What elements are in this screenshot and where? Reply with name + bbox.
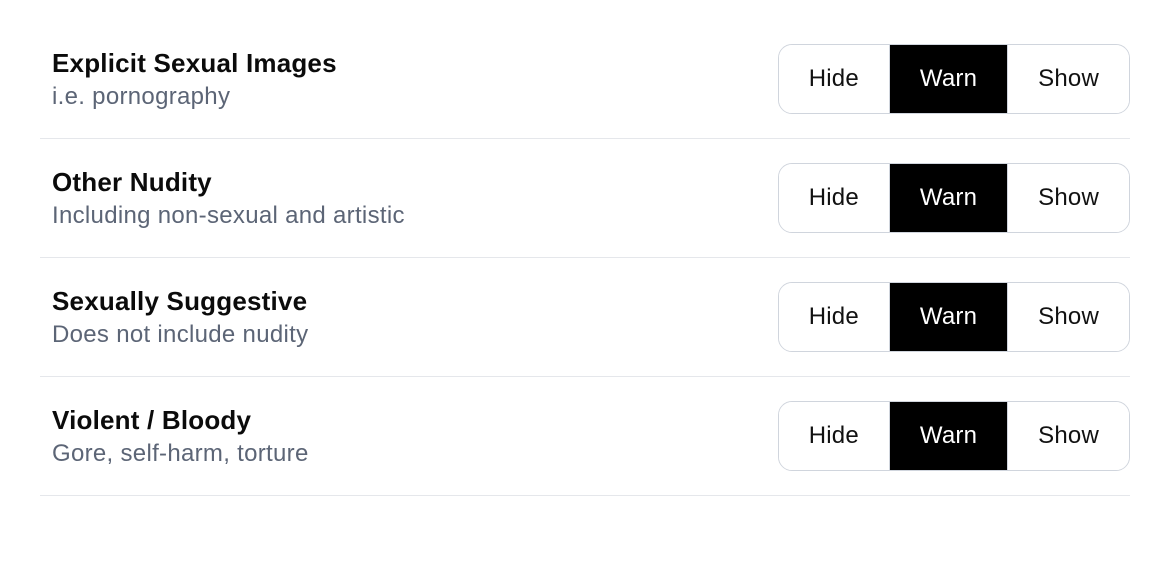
segmented-control: Hide Warn Show: [778, 163, 1130, 233]
option-warn[interactable]: Warn: [889, 45, 1007, 113]
option-show[interactable]: Show: [1007, 402, 1129, 470]
setting-title: Explicit Sexual Images: [52, 48, 337, 79]
setting-text: Explicit Sexual Images i.e. pornography: [40, 48, 337, 111]
setting-text: Other Nudity Including non-sexual and ar…: [40, 167, 405, 230]
setting-row-violent-bloody: Violent / Bloody Gore, self-harm, tortur…: [40, 377, 1130, 496]
option-hide[interactable]: Hide: [779, 402, 889, 470]
option-hide[interactable]: Hide: [779, 45, 889, 113]
option-warn[interactable]: Warn: [889, 283, 1007, 351]
setting-title: Sexually Suggestive: [52, 286, 308, 317]
setting-description: Does not include nudity: [52, 321, 308, 349]
setting-row-explicit-sexual: Explicit Sexual Images i.e. pornography …: [40, 20, 1130, 139]
setting-text: Violent / Bloody Gore, self-harm, tortur…: [40, 405, 309, 468]
option-hide[interactable]: Hide: [779, 283, 889, 351]
option-warn[interactable]: Warn: [889, 402, 1007, 470]
setting-row-sexually-suggestive: Sexually Suggestive Does not include nud…: [40, 258, 1130, 377]
setting-row-other-nudity: Other Nudity Including non-sexual and ar…: [40, 139, 1130, 258]
setting-title: Violent / Bloody: [52, 405, 309, 436]
segmented-control: Hide Warn Show: [778, 401, 1130, 471]
setting-description: Including non-sexual and artistic: [52, 202, 405, 230]
option-hide[interactable]: Hide: [779, 164, 889, 232]
option-show[interactable]: Show: [1007, 164, 1129, 232]
setting-description: Gore, self-harm, torture: [52, 440, 309, 468]
segmented-control: Hide Warn Show: [778, 282, 1130, 352]
option-show[interactable]: Show: [1007, 45, 1129, 113]
setting-text: Sexually Suggestive Does not include nud…: [40, 286, 308, 349]
setting-title: Other Nudity: [52, 167, 405, 198]
option-warn[interactable]: Warn: [889, 164, 1007, 232]
setting-description: i.e. pornography: [52, 83, 337, 111]
option-show[interactable]: Show: [1007, 283, 1129, 351]
segmented-control: Hide Warn Show: [778, 44, 1130, 114]
